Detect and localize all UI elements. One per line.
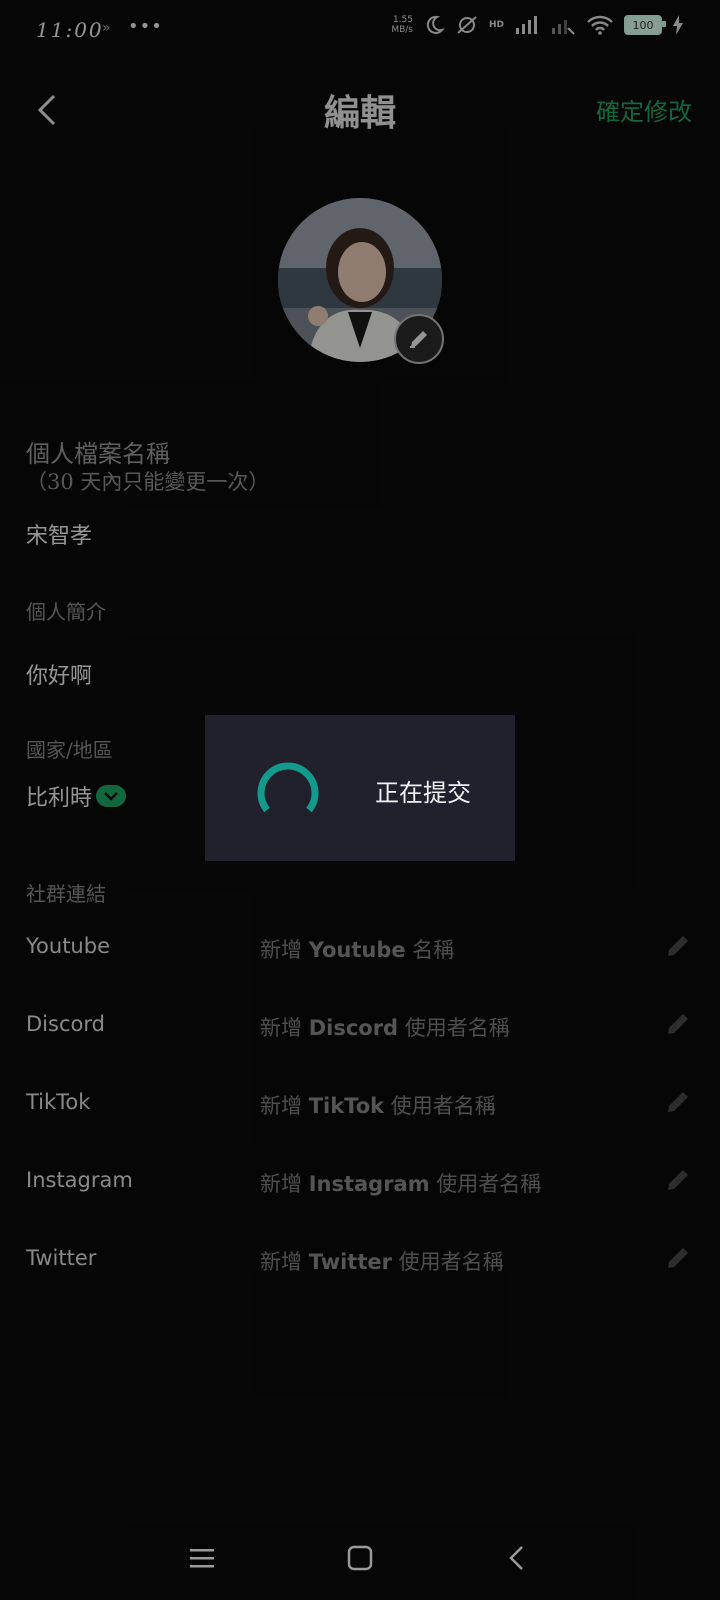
- home-icon[interactable]: [346, 1544, 374, 1572]
- loading-text: 正在提交: [375, 779, 471, 807]
- system-nav-bar: [0, 1520, 720, 1600]
- loading-spinner-icon: [257, 762, 319, 813]
- menu-icon[interactable]: [188, 1544, 216, 1572]
- loading-dialog: 正在提交: [205, 715, 515, 861]
- nav-back-icon[interactable]: [504, 1544, 532, 1572]
